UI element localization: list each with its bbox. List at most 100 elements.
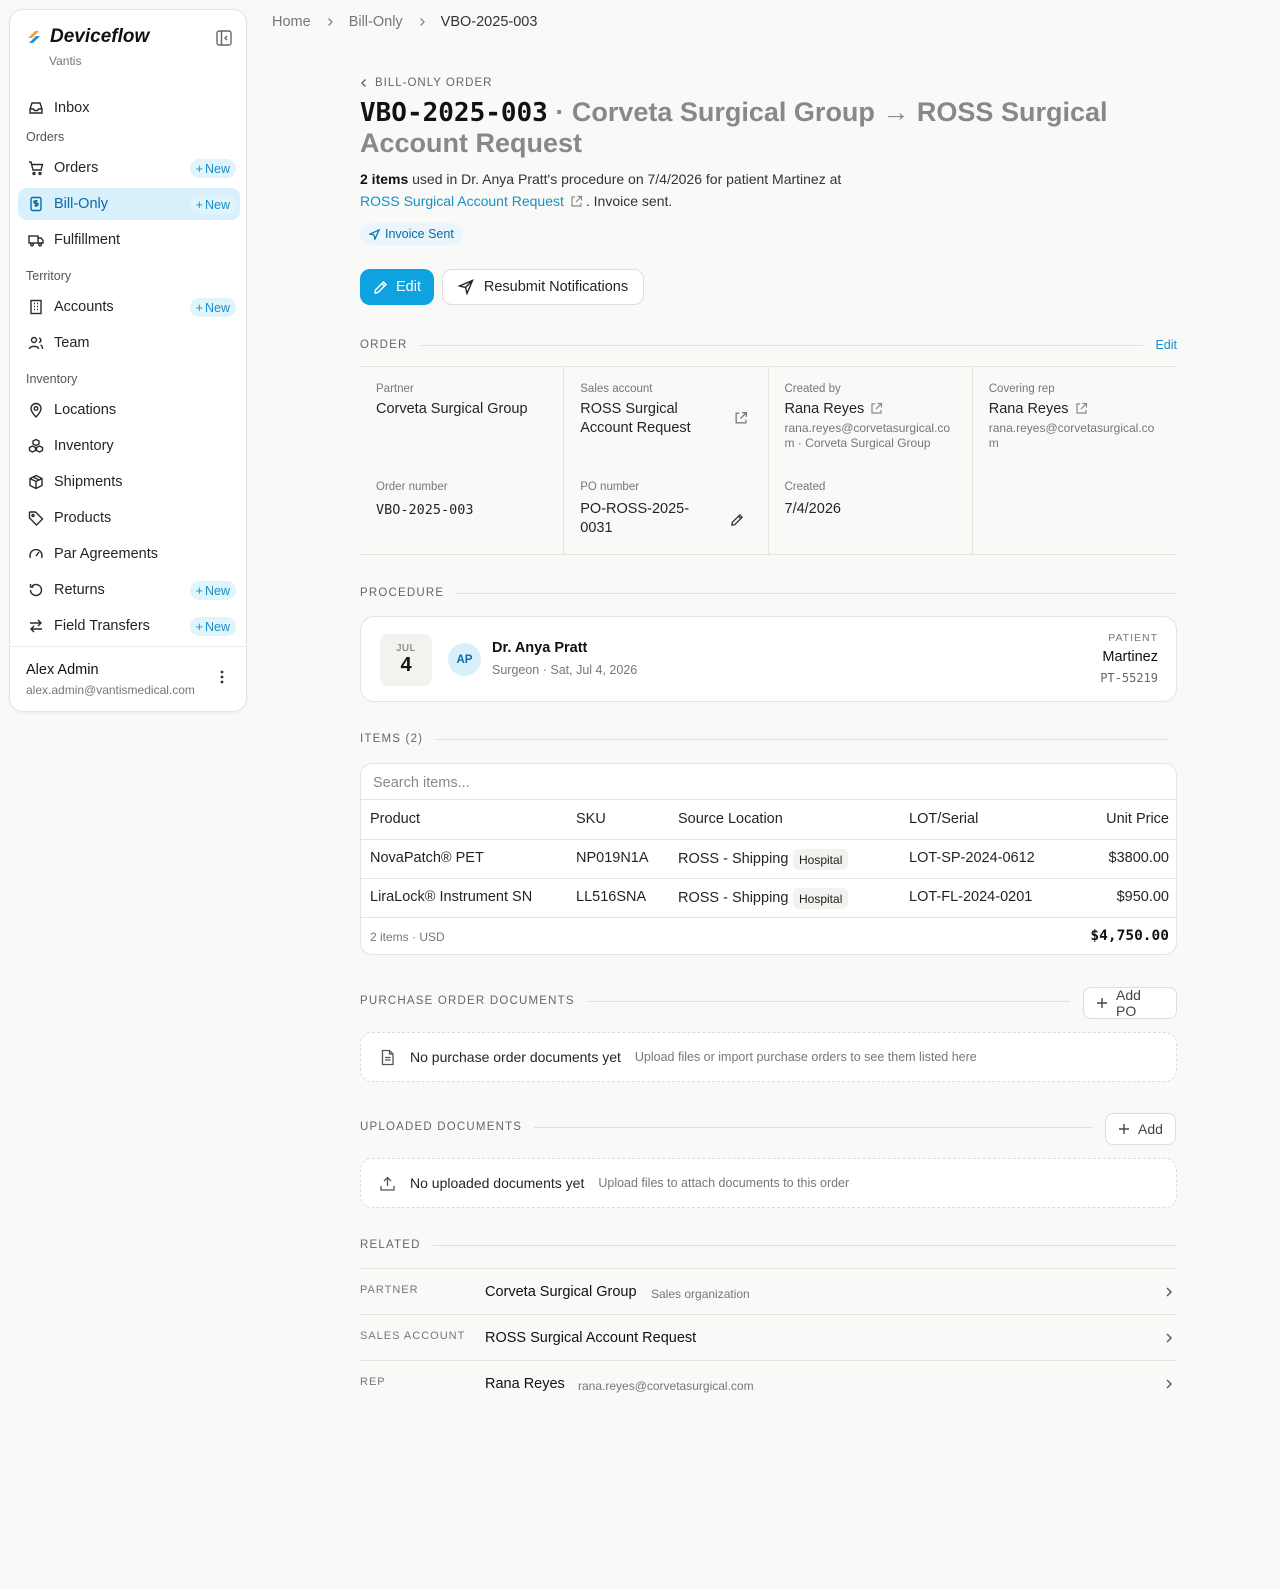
add-document-button[interactable]: Add	[1105, 1113, 1176, 1145]
page-title: VBO-2025-003 · Corveta Surgical Group → …	[360, 97, 1160, 158]
sidebar-item-label: Products	[54, 510, 112, 526]
package-icon	[28, 474, 44, 490]
sidebar-item-accounts[interactable]: Accounts + New	[18, 291, 240, 323]
sales-account-cell: Sales account ROSS Surgical Account Requ…	[564, 367, 769, 554]
sidebar-item-team[interactable]: Team	[18, 327, 240, 359]
map-pin-icon	[28, 402, 44, 418]
send-icon	[369, 228, 380, 240]
deviceflow-logo-icon	[26, 29, 42, 45]
sidebar-item-inventory[interactable]: Inventory	[18, 430, 240, 462]
cart-icon	[28, 160, 44, 176]
user-menu[interactable]: Alex Admin alex.admin@vantismedical.com	[10, 646, 246, 697]
sidebar-item-label: Returns	[54, 582, 105, 598]
divider	[534, 1126, 1093, 1128]
created-by-sub: rana.reyes@corvetasurgical.com · Corveta…	[784, 421, 951, 450]
related-rep-row[interactable]: REP Rana Reyes rana.reyes@corvetasurgica…	[360, 1360, 1177, 1406]
transfer-arrows-icon	[28, 618, 44, 634]
sidebar-item-par-agreements[interactable]: Par Agreements	[18, 538, 240, 570]
chevron-left-icon	[360, 78, 368, 88]
created-by-value[interactable]: Rana Reyes	[785, 400, 887, 419]
sidebar-item-shipments[interactable]: Shipments	[18, 466, 240, 498]
order-code: VBO-2025-003	[360, 98, 548, 128]
pencil-icon	[373, 280, 388, 295]
sidebar-item-inbox[interactable]: Inbox	[18, 92, 240, 124]
procedure-section-header: PROCEDURE	[360, 587, 1177, 599]
created-value: 7/4/2026	[784, 501, 841, 517]
external-link-icon[interactable]	[870, 402, 883, 415]
table-footer: 2 items · USD $4,750.00	[361, 917, 1176, 954]
table-row[interactable]: LiraLock® Instrument SN LL516SNA ROSS - …	[361, 878, 1176, 917]
sidebar-collapse-icon[interactable]	[215, 29, 235, 49]
new-return-button[interactable]: + New	[189, 581, 236, 600]
nav-section-territory: Territory	[26, 269, 72, 283]
users-icon	[28, 335, 44, 351]
breadcrumb: Home Bill-Only VBO-2025-003	[272, 14, 537, 30]
boxes-icon	[28, 438, 44, 454]
pencil-icon[interactable]	[730, 513, 744, 527]
sidebar-item-label: Shipments	[54, 474, 123, 490]
divider	[435, 738, 1168, 740]
table-row[interactable]: NovaPatch® PET NP019N1A ROSS - Shipping …	[361, 839, 1176, 878]
related-sales-account-row[interactable]: SALES ACCOUNT ROSS Surgical Account Requ…	[360, 1314, 1177, 1360]
order-edit-link[interactable]: Edit	[1155, 338, 1177, 352]
created-by-cell: Created by Rana Reyes rana.reyes@corveta…	[769, 367, 973, 554]
search-items-input[interactable]	[373, 773, 1153, 793]
items-table: Product SKU Source Location LOT/Serial U…	[360, 763, 1177, 955]
new-bill-only-button[interactable]: + New	[189, 195, 236, 214]
location-type-badge: Hospital	[793, 888, 849, 909]
truck-icon	[28, 232, 44, 248]
user-email: alex.admin@vantismedical.com	[26, 683, 195, 697]
external-link-icon[interactable]	[734, 411, 748, 425]
related-partner-row[interactable]: PARTNER Corveta Surgical Group Sales org…	[360, 1268, 1177, 1314]
back-link[interactable]: BILL-ONLY ORDER	[360, 77, 492, 89]
sidebar-item-label: Fulfillment	[54, 232, 121, 248]
new-account-button[interactable]: + New	[189, 298, 236, 317]
file-text-icon	[379, 1049, 396, 1066]
new-order-button[interactable]: + New	[189, 159, 236, 178]
sidebar-item-label: Orders	[54, 160, 99, 176]
sidebar-item-orders[interactable]: Orders + New	[18, 152, 240, 184]
covering-rep-value[interactable]: Rana Reyes	[989, 400, 1091, 419]
covering-rep-cell: Covering rep Rana Reyes rana.reyes@corve…	[973, 367, 1177, 554]
items-section-header: ITEMS (2)	[360, 733, 1168, 745]
surgeon-name: Dr. Anya Pratt	[492, 640, 588, 656]
breadcrumb-home[interactable]: Home	[272, 14, 311, 30]
sales-account-value[interactable]: ROSS Surgical Account Request	[580, 400, 720, 438]
breadcrumb-bill-only[interactable]: Bill-Only	[349, 14, 403, 30]
add-po-button[interactable]: Add PO	[1083, 987, 1177, 1019]
chevron-right-icon	[325, 17, 335, 27]
sidebar-item-label: Bill-Only	[54, 196, 108, 212]
chevron-right-icon	[417, 17, 427, 27]
items-total: $4,750.00	[1090, 928, 1169, 944]
uploaded-docs-section-header: UPLOADED DOCUMENTS	[360, 1121, 1093, 1133]
sidebar-item-label: Inbox	[54, 100, 90, 116]
patient-id: PT-55219	[1100, 671, 1158, 685]
source-location-link[interactable]: ROSS - Shipping	[678, 890, 788, 906]
sidebar-item-field-transfers[interactable]: Field Transfers + New	[18, 610, 240, 642]
more-vertical-icon[interactable]	[214, 669, 230, 685]
org-name: Vantis	[49, 54, 82, 68]
order-description: 2 items used in Dr. Anya Pratt's procedu…	[360, 171, 842, 209]
breadcrumb-current: VBO-2025-003	[440, 14, 538, 30]
sidebar-item-locations[interactable]: Locations	[18, 394, 240, 426]
resubmit-notifications-button[interactable]: Resubmit Notifications	[442, 269, 644, 305]
external-link-icon[interactable]	[570, 195, 583, 208]
sidebar-item-returns[interactable]: Returns + New	[18, 574, 240, 606]
new-field-transfer-button[interactable]: + New	[189, 617, 236, 636]
source-location-link[interactable]: ROSS - Shipping	[678, 851, 788, 867]
inbox-icon	[28, 100, 44, 116]
edit-button[interactable]: Edit	[360, 269, 434, 305]
sidebar-item-products[interactable]: Products	[18, 502, 240, 534]
user-name: Alex Admin	[26, 662, 99, 678]
sidebar-item-label: Par Agreements	[54, 546, 158, 562]
items-count: 2 items	[360, 171, 409, 187]
sales-account-link[interactable]: ROSS Surgical Account Request	[360, 193, 564, 209]
chevron-right-icon	[1163, 1332, 1175, 1344]
sidebar-item-bill-only[interactable]: Bill-Only + New	[18, 188, 240, 220]
sidebar-item-fulfillment[interactable]: Fulfillment	[18, 224, 240, 256]
external-link-icon[interactable]	[1075, 402, 1088, 415]
table-header-row: Product SKU Source Location LOT/Serial U…	[361, 799, 1176, 839]
send-icon	[457, 279, 474, 295]
order-section-header: ORDER Edit	[360, 338, 1177, 352]
brand[interactable]: Deviceflow	[26, 26, 149, 48]
